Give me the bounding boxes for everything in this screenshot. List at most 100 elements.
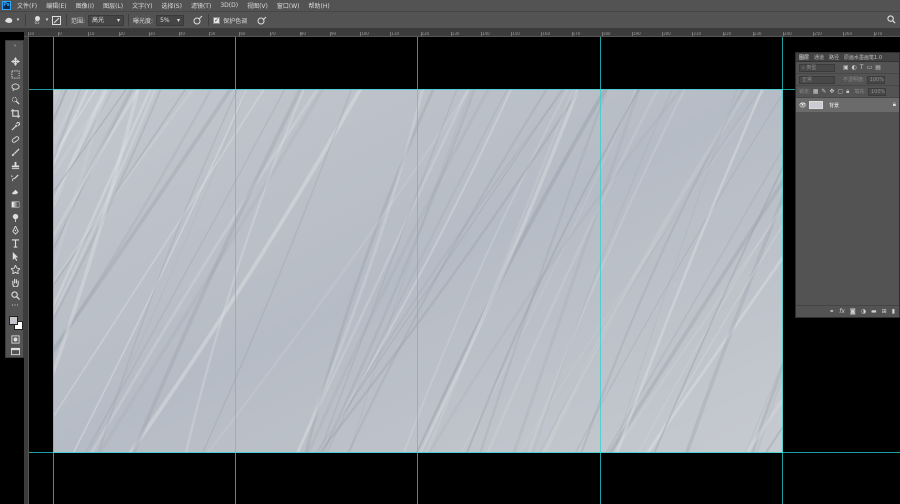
ruler-label: 120	[421, 32, 430, 36]
quick-selection-tool-icon[interactable]	[8, 94, 22, 106]
menu-window[interactable]: 窗口(W)	[277, 1, 300, 10]
airbrush-icon[interactable]	[192, 15, 204, 26]
dodge-tool-icon[interactable]	[8, 211, 22, 223]
brush-settings-panel-icon[interactable]	[50, 15, 62, 26]
lock-artboard-icon[interactable]: ▢	[837, 88, 843, 95]
menu-select[interactable]: 选择(S)	[161, 1, 182, 10]
menu-filter[interactable]: 滤镜(T)	[191, 1, 211, 10]
ruler-label: 270	[874, 32, 883, 36]
document-canvas[interactable]	[53, 89, 783, 453]
pressure-size-icon[interactable]	[256, 15, 268, 26]
search-icon[interactable]	[887, 15, 896, 24]
pen-tool-icon[interactable]	[8, 224, 22, 236]
brush-tool-icon[interactable]	[8, 146, 22, 158]
eye-icon[interactable]: 👁︎	[799, 102, 809, 109]
brush-preset-picker[interactable]: 65	[30, 15, 44, 26]
blend-mode-select[interactable]: 正常	[799, 75, 835, 84]
fill-input[interactable]: 100%	[867, 87, 886, 96]
ruler-tick	[420, 32, 422, 36]
link-icon[interactable]: ⚭	[829, 308, 834, 315]
lock-paint-icon[interactable]: ✎	[821, 88, 826, 95]
pixel-filter-icon[interactable]: ▣	[843, 64, 849, 71]
guide-vertical[interactable]	[417, 37, 418, 504]
ruler-tick	[450, 32, 452, 36]
gradient-tool-icon[interactable]	[8, 198, 22, 210]
adjustment-icon[interactable]: ◑	[861, 308, 866, 315]
guide-vertical[interactable]	[600, 37, 601, 504]
type-tool-icon[interactable]	[8, 237, 22, 249]
menu-image[interactable]: 图像(I)	[76, 1, 94, 10]
path-selection-tool-icon[interactable]	[8, 250, 22, 262]
type-filter-icon[interactable]: T	[860, 64, 864, 71]
layers-panel-footer: ⚭ fx ◙ ◑ ▬ ⊞ ▮	[796, 305, 899, 317]
guide-vertical[interactable]	[53, 37, 54, 504]
tool-preset-icon[interactable]	[3, 15, 15, 26]
shape-filter-icon[interactable]: ▭	[867, 64, 873, 71]
ruler-label: 170	[572, 32, 581, 36]
fx-icon[interactable]: fx	[839, 308, 845, 315]
toolbar-collapse-icon[interactable]: »	[8, 43, 22, 49]
tab-layers[interactable]: 图层	[799, 54, 809, 61]
menu-type[interactable]: 文字(Y)	[132, 1, 152, 10]
menu-view[interactable]: 视图(V)	[247, 1, 268, 10]
color-swatches	[9, 316, 23, 330]
range-select[interactable]: 高光 ▾	[88, 14, 125, 26]
tab-ink-brush[interactable]: 原画水墨画笔1.0	[844, 54, 882, 61]
guide-horizontal[interactable]	[29, 89, 900, 90]
quick-mask-icon[interactable]	[8, 333, 22, 345]
lock-all-icon[interactable]: 🔒︎	[846, 88, 849, 96]
ruler-label: 220	[723, 32, 732, 36]
exposure-input[interactable]: 5% ▾	[156, 14, 185, 26]
tab-paths[interactable]: 路径	[829, 54, 839, 61]
menu-help[interactable]: 帮助(H)	[309, 1, 330, 10]
eraser-tool-icon[interactable]	[8, 185, 22, 197]
ruler-tick	[692, 32, 694, 36]
smart-object-filter-icon[interactable]: ▤	[875, 64, 881, 71]
vertical-ruler[interactable]	[24, 37, 29, 504]
menu-edit[interactable]: 编辑(E)	[46, 1, 66, 10]
guide-vertical[interactable]	[782, 37, 783, 504]
crop-tool-icon[interactable]	[8, 107, 22, 119]
horizontal-ruler[interactable]: 10 0 10 20 30 40 50 60 70 80 90 100 110 120 130 140 150 1…	[24, 32, 900, 37]
protect-tones-checkbox[interactable]: ✓	[213, 16, 221, 24]
menu-3d[interactable]: 3D(D)	[220, 2, 238, 9]
guide-vertical[interactable]	[235, 37, 236, 504]
marquee-tool-icon[interactable]	[8, 68, 22, 80]
ruler-label: 190	[633, 32, 641, 36]
range-select-value: 高光	[92, 16, 105, 24]
lock-label: 锁定:	[799, 89, 811, 95]
eyedropper-tool-icon[interactable]	[8, 120, 22, 132]
tab-channels[interactable]: 通道	[814, 54, 824, 61]
opacity-input[interactable]: 100%	[866, 75, 885, 84]
trash-icon[interactable]: ▮	[892, 308, 895, 315]
mask-icon[interactable]: ◙	[850, 308, 856, 315]
foreground-color-swatch[interactable]	[9, 316, 18, 325]
zoom-tool-icon[interactable]	[8, 289, 22, 301]
hand-tool-icon[interactable]	[8, 276, 22, 288]
lasso-tool-icon[interactable]	[8, 81, 22, 93]
adjustment-filter-icon[interactable]: ◐	[852, 64, 857, 71]
healing-brush-tool-icon[interactable]	[8, 133, 22, 145]
layer-filter-select[interactable]: ⌕ 类型	[799, 63, 835, 72]
shape-tool-icon[interactable]	[8, 263, 22, 275]
menu-file[interactable]: 文件(F)	[17, 1, 37, 10]
layer-row-background[interactable]: 👁︎ 背景 🔒︎	[796, 98, 899, 112]
chevron-down-icon[interactable]: ▾	[15, 15, 21, 26]
ruler-label: 160	[542, 32, 551, 36]
protect-tones-label: 保护色调	[223, 17, 248, 25]
ruler-tick	[299, 32, 301, 36]
more-tools-icon[interactable]: ···	[8, 302, 22, 310]
lock-pixels-icon[interactable]: ▦	[813, 88, 819, 95]
screen-mode-icon[interactable]	[8, 345, 22, 357]
lock-position-icon[interactable]: ✥	[829, 88, 834, 95]
ruler-tick	[88, 32, 90, 36]
menu-layer[interactable]: 图层(L)	[103, 1, 123, 10]
layer-thumbnail	[809, 101, 823, 109]
history-brush-tool-icon[interactable]	[8, 172, 22, 184]
new-layer-icon[interactable]: ⊞	[882, 308, 887, 315]
folder-icon[interactable]: ▬	[871, 308, 877, 315]
clone-stamp-tool-icon[interactable]	[8, 159, 22, 171]
guide-horizontal[interactable]	[29, 452, 900, 453]
move-tool-icon[interactable]	[8, 55, 22, 67]
photoshop-logo[interactable]: Ps	[2, 1, 11, 10]
